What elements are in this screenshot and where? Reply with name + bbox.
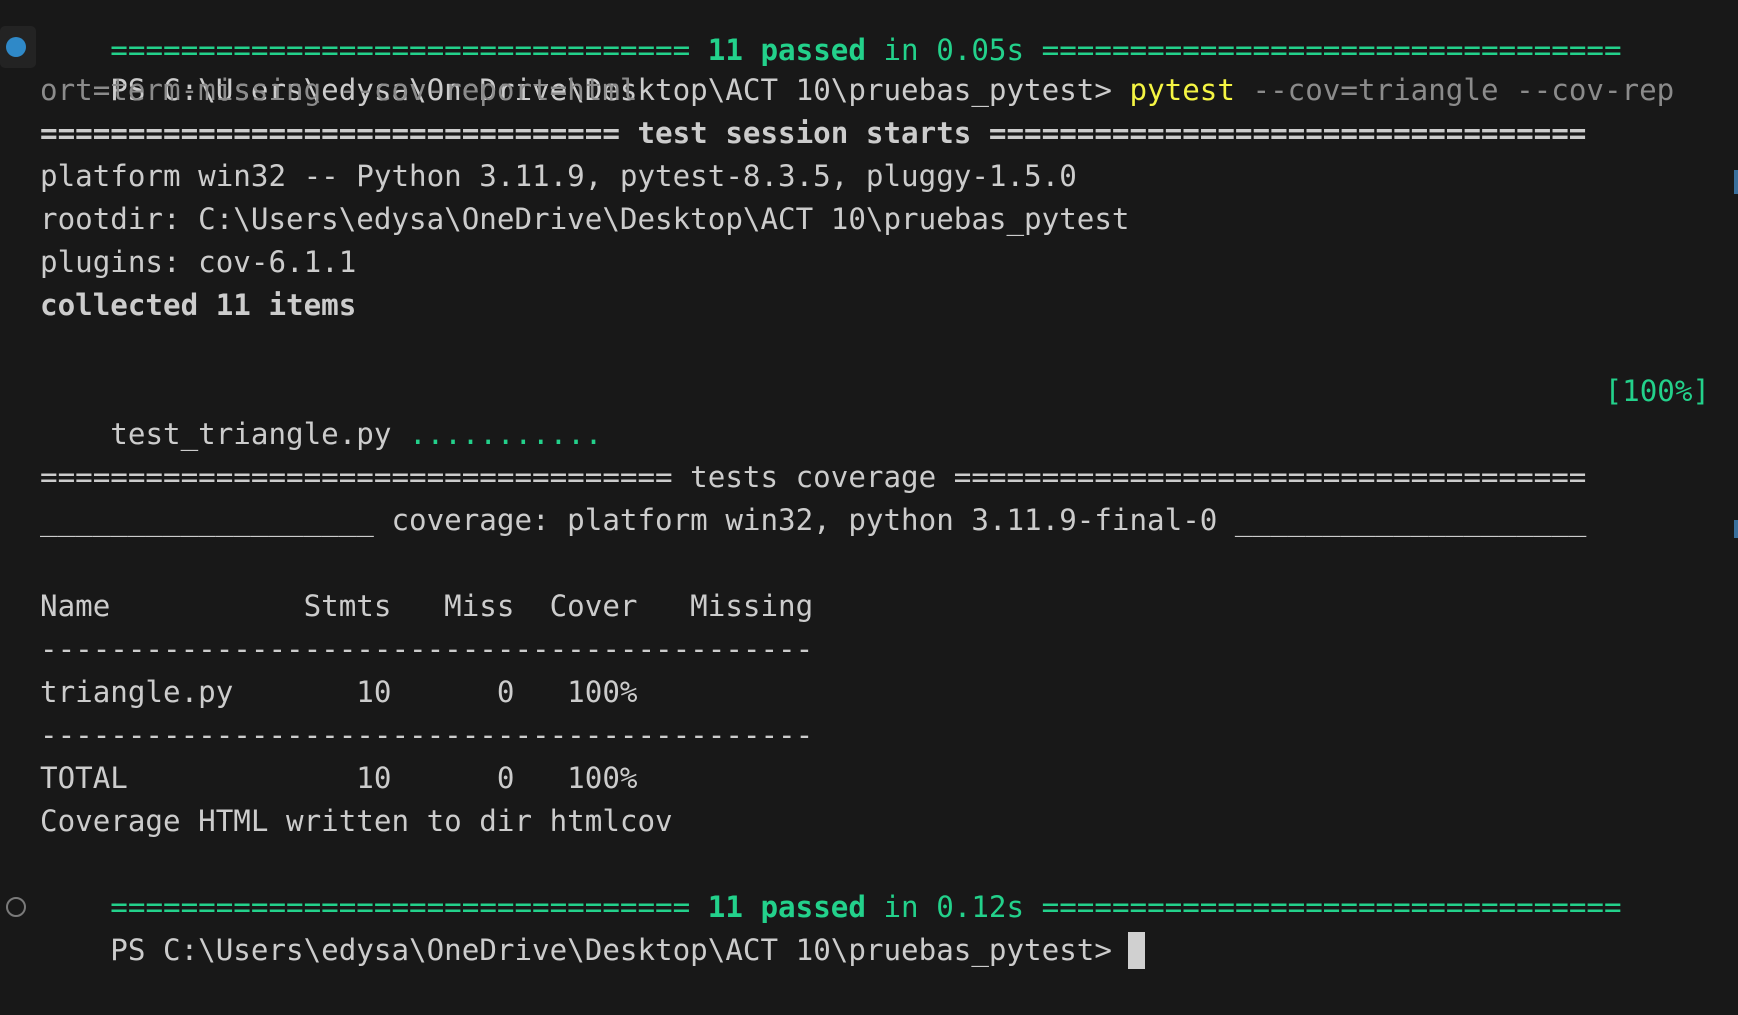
rootdir-info: rootdir: C:\Users\edysa\OneDrive\Desktop… bbox=[40, 202, 1130, 236]
command-name: pytest bbox=[1129, 73, 1235, 107]
coverage-subheader: ___________________ coverage: platform w… bbox=[40, 503, 1587, 537]
scrollbar-marker bbox=[1734, 520, 1738, 538]
terminal-cursor bbox=[1127, 931, 1145, 969]
coverage-html-message: Coverage HTML written to dir htmlcov bbox=[40, 804, 673, 838]
command-args: --cov=triangle --cov-rep bbox=[1252, 73, 1675, 107]
coverage-table-divider: ----------------------------------------… bbox=[40, 718, 814, 752]
collected-info: collected 11 items bbox=[40, 288, 357, 322]
coverage-table-header: Name Stmts Miss Cover Missing bbox=[40, 589, 814, 623]
test-result-line: test_triangle.py ........... bbox=[40, 370, 602, 451]
test-progress-percent: [100%] bbox=[1604, 374, 1710, 408]
command-args-wrap: ort=term-missing --cov-report=html bbox=[40, 73, 638, 107]
command-success-decoration-icon[interactable] bbox=[6, 37, 26, 57]
coverage-table-divider: ----------------------------------------… bbox=[40, 632, 814, 666]
final-prompt-path: PS C:\Users\edysa\OneDrive\Desktop\ACT 1… bbox=[110, 933, 1112, 967]
scrollbar-marker bbox=[1734, 170, 1738, 194]
test-file-name: test_triangle.py bbox=[110, 417, 392, 451]
prompt-default-decoration-icon[interactable] bbox=[6, 897, 26, 917]
test-progress-dots: ........... bbox=[409, 417, 603, 451]
session-header: ================================= test s… bbox=[40, 116, 1587, 150]
coverage-table-total: TOTAL 10 0 100% bbox=[40, 761, 638, 795]
coverage-header: ==================================== tes… bbox=[40, 460, 1587, 494]
coverage-table-row: triangle.py 10 0 100% bbox=[40, 675, 638, 709]
terminal-output[interactable]: ================================= 11 pas… bbox=[0, 0, 1738, 969]
command-line: PS C:\Users\edysa\OneDrive\Desktop\ACT 1… bbox=[40, 26, 1674, 107]
plugins-info: plugins: cov-6.1.1 bbox=[40, 245, 357, 279]
platform-info: platform win32 -- Python 3.11.9, pytest-… bbox=[40, 159, 1077, 193]
previous-summary-line: ================================= 11 pas… bbox=[40, 0, 1621, 67]
final-summary-line: ================================= 11 pas… bbox=[40, 843, 1621, 924]
